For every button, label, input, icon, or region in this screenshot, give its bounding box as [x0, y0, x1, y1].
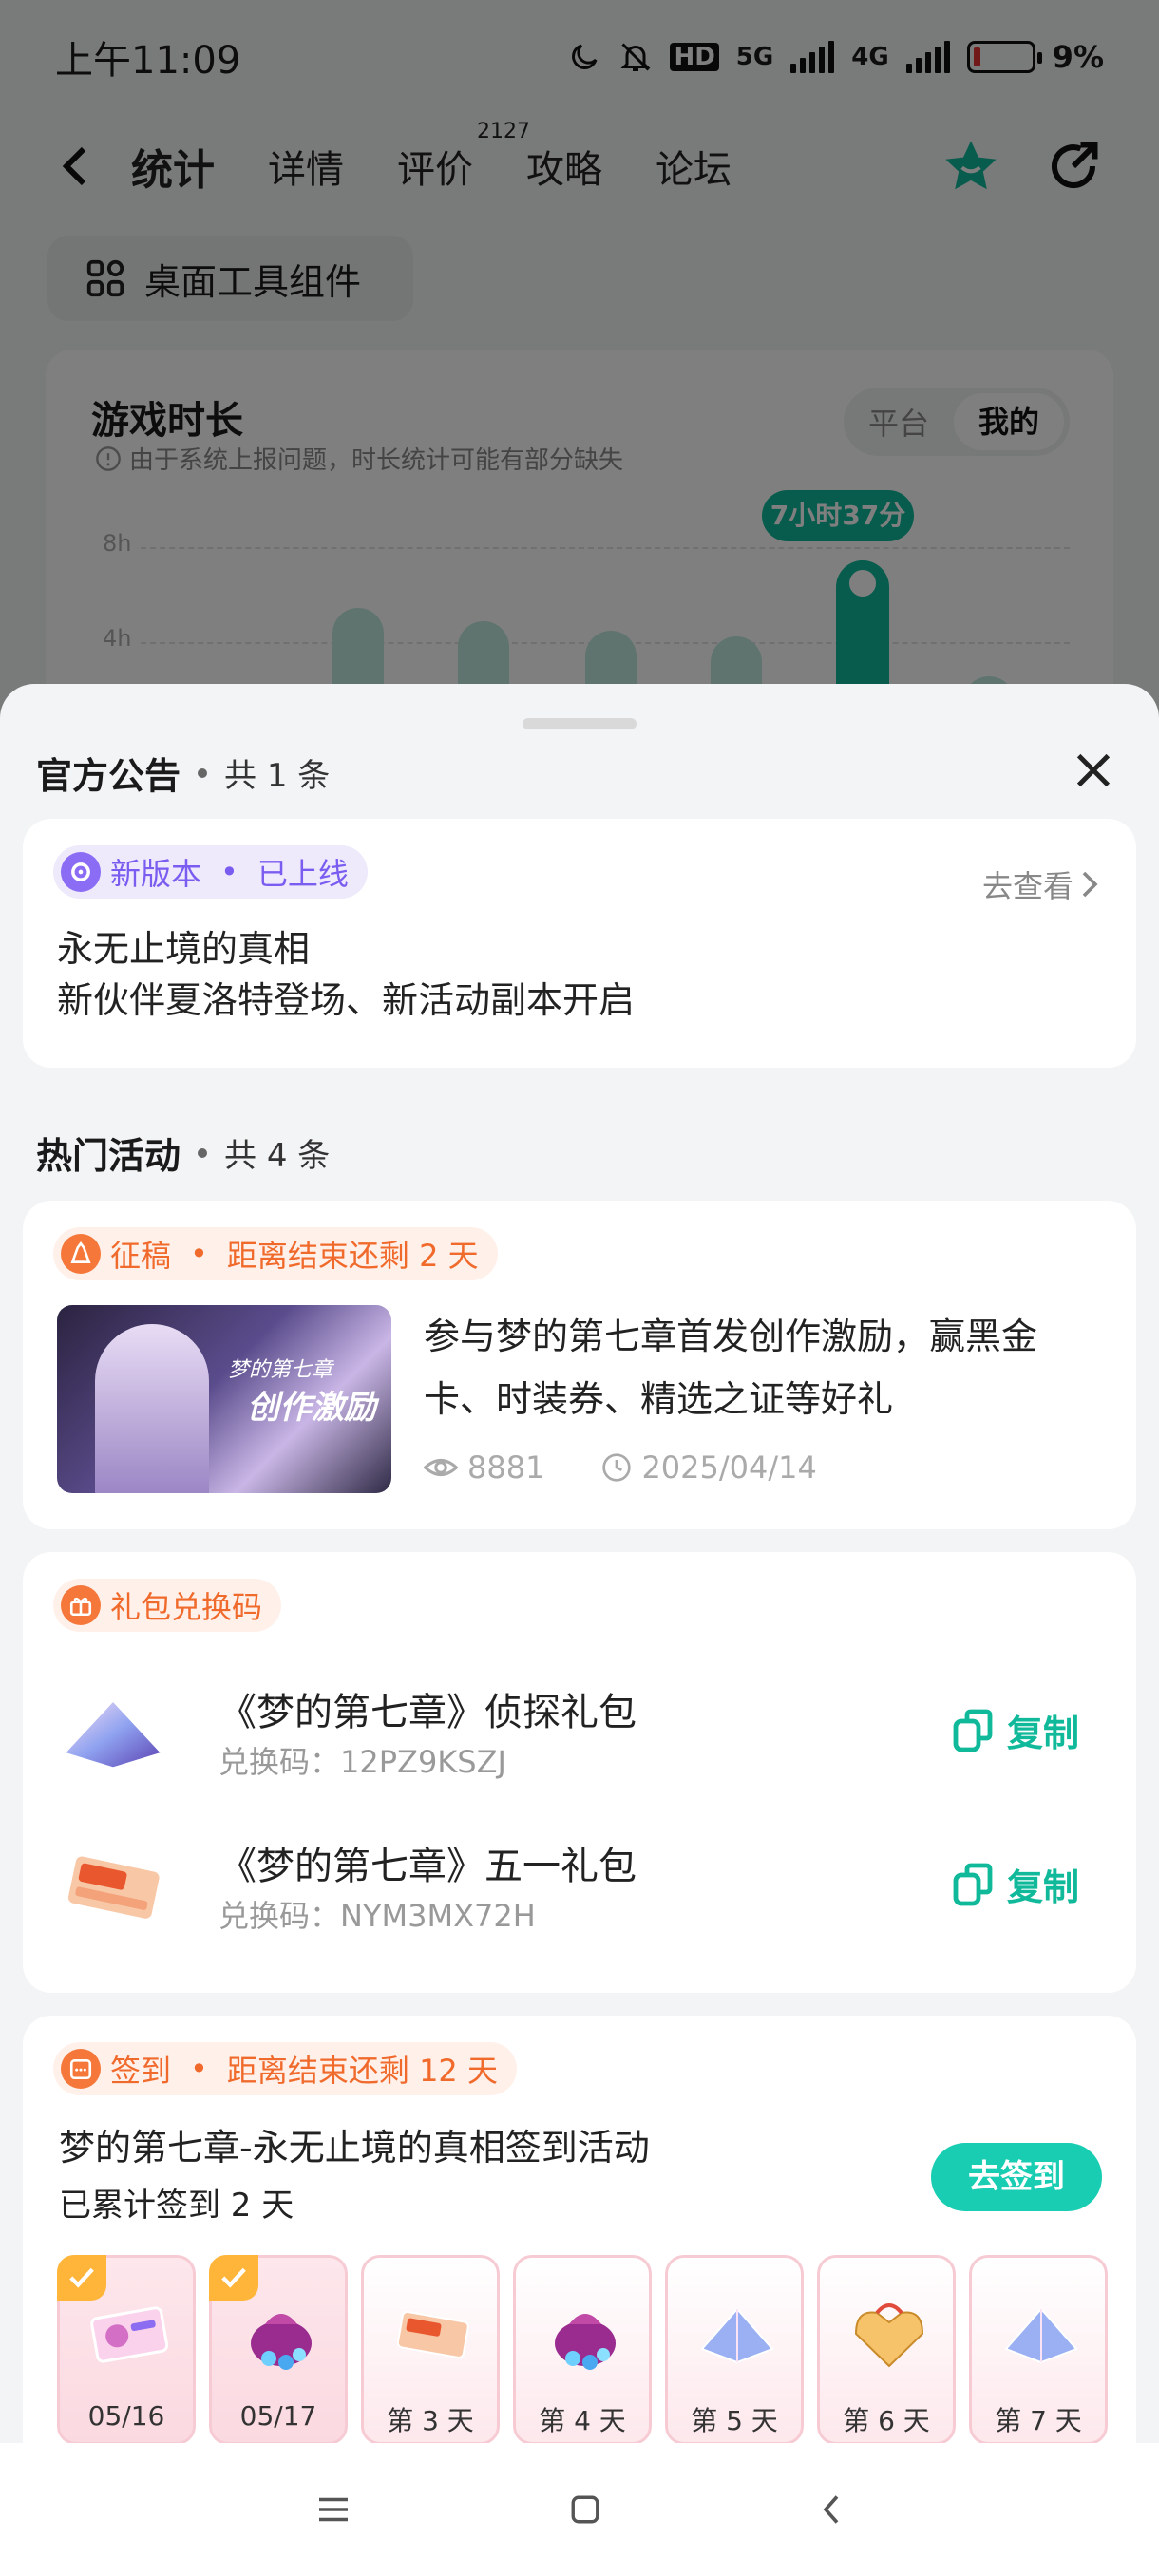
- home-icon[interactable]: [569, 2493, 601, 2526]
- view-link-label: 去查看: [981, 868, 1074, 904]
- signin-day-label: 05/16: [87, 2400, 165, 2432]
- contest-date-text: 2025/04/14: [641, 1449, 817, 1486]
- signin-day-label: 第 4 天: [539, 2405, 626, 2436]
- announcement-header: 官方公告 共 1 条: [36, 747, 330, 799]
- signin-day[interactable]: 第 4 天: [513, 2255, 652, 2445]
- contest-label: 征稿: [110, 1238, 172, 1274]
- copy-icon: [953, 1709, 993, 1752]
- announcement-card[interactable]: 新版本 • 已上线 去查看 永无止境的真相 新伙伴夏洛特登场、新活动副本开启: [23, 819, 1136, 1068]
- announcement-line-1: 永无止境的真相: [57, 928, 311, 970]
- gift-box-icon: [854, 2303, 924, 2368]
- gift-icon: [61, 1585, 101, 1625]
- separator-dot: [198, 1147, 208, 1158]
- contest-thumbnail: 梦的第七章 创作激励: [57, 1305, 391, 1493]
- gift-code: 兑换码：NYM3MX72H: [218, 1898, 536, 1934]
- coupon-card-icon: [66, 1853, 162, 1922]
- announcement-line-2: 新伙伴夏洛特登场、新活动副本开启: [57, 979, 636, 1021]
- signin-title: 梦的第七章-永无止境的真相签到活动: [59, 2127, 650, 2169]
- copy-label: 复制: [1006, 1713, 1079, 1754]
- new-version-label: 新版本: [110, 856, 202, 892]
- calendar-icon: [61, 2049, 101, 2089]
- pen-icon: [61, 1234, 101, 1274]
- system-nav-bar: [0, 2443, 1159, 2576]
- gift-name: 《梦的第七章》侦探礼包: [218, 1691, 636, 1734]
- announcement-title: 官方公告: [36, 755, 181, 797]
- signin-day-label: 第 6 天: [843, 2405, 930, 2436]
- gift-code: 兑换码：12PZ9KSZJ: [218, 1744, 506, 1780]
- gift-code-card: 礼包兑换码 《梦的第七章》侦探礼包 兑换码：12PZ9KSZJ 复制 《梦的第七…: [23, 1552, 1136, 1993]
- thumb-title-large: 创作激励: [247, 1389, 376, 1427]
- separator-dot: [198, 767, 208, 778]
- signin-day[interactable]: 第 5 天: [665, 2255, 804, 2445]
- sheet-drag-handle[interactable]: [522, 718, 636, 729]
- signin-day-label: 第 5 天: [691, 2405, 778, 2436]
- gift-item: 《梦的第七章》侦探礼包 兑换码：12PZ9KSZJ 复制: [57, 1681, 1102, 1786]
- new-version-status: 已上线: [256, 856, 349, 892]
- activities-count: 共 4 条: [224, 1137, 331, 1175]
- signin-day-label: 05/17: [239, 2400, 317, 2432]
- signin-tag: 签到 • 距离结束还剩 12 天: [53, 2042, 517, 2095]
- signin-remaining: 距离结束还剩 12 天: [226, 2053, 498, 2089]
- copy-label: 复制: [1006, 1866, 1079, 1908]
- copy-icon: [953, 1863, 993, 1905]
- character-figure: [95, 1324, 209, 1493]
- announcement-count: 共 1 条: [224, 757, 331, 795]
- signin-day-label: 第 3 天: [387, 2405, 474, 2436]
- menu-icon[interactable]: [316, 2495, 351, 2524]
- back-icon[interactable]: [820, 2492, 843, 2527]
- signin-day[interactable]: 第 6 天: [817, 2255, 956, 2445]
- contest-meta: 8881 2025/04/14: [424, 1449, 817, 1486]
- announcement-body: 永无止境的真相 新伙伴夏洛特登场、新活动副本开启: [57, 923, 635, 1026]
- activity-sheet: 官方公告 共 1 条 新版本 • 已上线 去查看 永无止境的真相 新伙伴夏洛特登…: [0, 684, 1159, 2576]
- close-icon[interactable]: [1072, 748, 1115, 792]
- contest-title: 参与梦的第七章首发创作激励，赢黑金卡、时装券、精选之证等好礼: [424, 1316, 1038, 1420]
- signin-button[interactable]: 去签到: [931, 2143, 1102, 2211]
- ticket-icon: [90, 2306, 169, 2363]
- signin-day[interactable]: 05/17: [209, 2255, 348, 2445]
- new-version-tag: 新版本 • 已上线: [53, 845, 368, 899]
- eye-icon: [424, 1459, 458, 1476]
- check-icon: [57, 2255, 106, 2301]
- signin-day[interactable]: 第 7 天: [969, 2255, 1108, 2445]
- activities-title: 热门活动: [36, 1135, 181, 1177]
- gift-name: 《梦的第七章》五一礼包: [218, 1845, 636, 1888]
- view-link[interactable]: 去查看: [982, 862, 1098, 906]
- contest-views-count: 8881: [467, 1449, 545, 1486]
- screen: 上午11:09 HD 5G 4G 9% 统计 详情 评价2127 攻略 论坛: [0, 0, 1159, 2576]
- copy-button[interactable]: 复制: [952, 1858, 1079, 1910]
- check-icon: [209, 2255, 258, 2301]
- crystal-icon: [1004, 2307, 1078, 2364]
- crystal-icon: [63, 1699, 163, 1770]
- contest-remaining: 距离结束还剩 2 天: [226, 1238, 479, 1274]
- clock-icon: [602, 1453, 632, 1482]
- signin-label: 签到: [110, 2053, 172, 2089]
- activities-header: 热门活动 共 4 条: [36, 1127, 330, 1179]
- refresh-icon: [61, 852, 101, 892]
- signin-day-label: 第 7 天: [995, 2405, 1082, 2436]
- contest-date: 2025/04/14: [601, 1449, 817, 1486]
- contest-views: 8881: [424, 1449, 544, 1486]
- gift-code-label: 礼包兑换码: [110, 1589, 263, 1625]
- signin-day[interactable]: 第 3 天: [361, 2255, 500, 2445]
- gem-bag-icon: [555, 2314, 616, 2370]
- signin-day[interactable]: 05/16: [57, 2255, 196, 2445]
- chevron-right-icon: [1082, 871, 1098, 898]
- card-icon: [396, 2310, 469, 2358]
- crystal-icon: [700, 2307, 774, 2364]
- gem-bag-icon: [251, 2314, 312, 2370]
- contest-activity-card[interactable]: 征稿 • 距离结束还剩 2 天 梦的第七章 创作激励 参与梦的第七章首发创作激励…: [23, 1201, 1136, 1529]
- signin-days: 05/16 05/17 第 3 天 第 4 天 第 5 天 第 6 天 第 7 …: [57, 2255, 1108, 2445]
- signin-count: 已累计签到 2 天: [59, 2187, 294, 2225]
- gift-item: 《梦的第七章》五一礼包 兑换码：NYM3MX72H 复制: [57, 1835, 1102, 1940]
- thumb-title-small: 梦的第七章: [228, 1358, 333, 1382]
- copy-button[interactable]: 复制: [952, 1704, 1079, 1756]
- signin-activity-card: 签到 • 距离结束还剩 12 天 梦的第七章-永无止境的真相签到活动 已累计签到…: [23, 2016, 1136, 2510]
- contest-tag: 征稿 • 距离结束还剩 2 天: [53, 1227, 498, 1280]
- gift-code-tag: 礼包兑换码: [53, 1579, 282, 1632]
